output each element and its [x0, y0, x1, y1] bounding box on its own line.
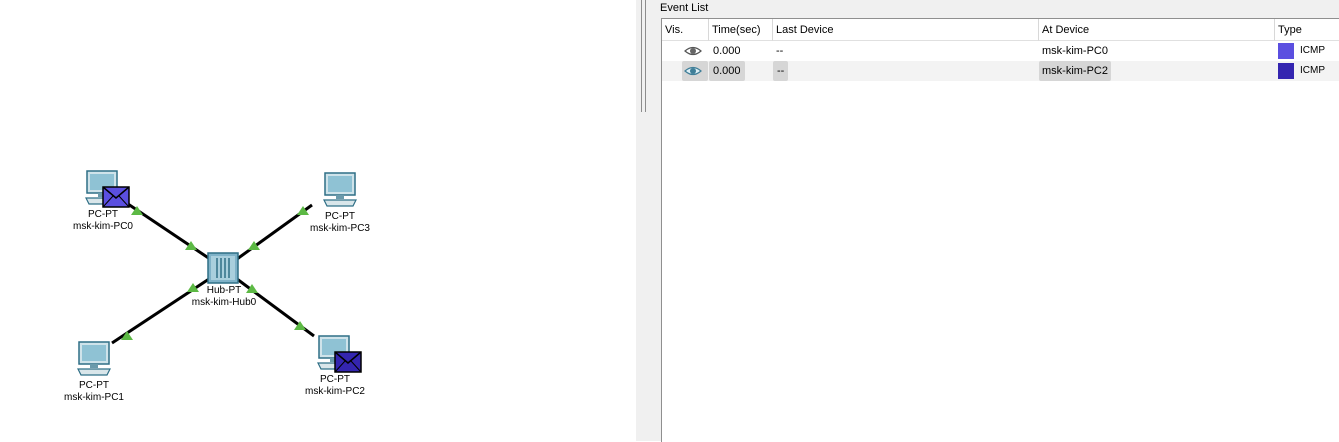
event-last-device: -- — [773, 61, 789, 81]
device-label-pc3: PC-PT msk-kim-PC3 — [280, 211, 400, 235]
envelope-icon — [102, 186, 130, 208]
column-header-at-device[interactable]: At Device — [1039, 19, 1275, 41]
device-type-label: PC-PT — [325, 211, 355, 222]
pc-icon — [77, 341, 111, 376]
topology-canvas[interactable]: PC-PT msk-kim-PC0 PC-PT msk-kim-PC3 Hub-… — [0, 0, 636, 441]
column-header-last-device[interactable]: Last Device — [773, 19, 1039, 41]
pc-icon — [323, 172, 357, 207]
device-pc2[interactable] — [316, 335, 366, 375]
event-time: 0.000 — [709, 61, 745, 81]
device-hub0[interactable] — [207, 252, 239, 284]
device-type-label: PC-PT — [79, 380, 109, 391]
device-pc3[interactable] — [322, 172, 362, 210]
device-name-label: msk-kim-PC3 — [310, 223, 370, 234]
event-at-device: msk-kim-PC2 — [1039, 61, 1111, 81]
device-label-pc0: PC-PT msk-kim-PC0 — [43, 209, 163, 233]
event-color-swatch[interactable] — [1278, 43, 1294, 59]
device-type-label: Hub-PT — [206, 285, 242, 296]
event-list-panel: Event List Vis. Time(sec) Last Device At… — [656, 0, 1339, 442]
device-name-label: msk-kim-PC2 — [305, 386, 365, 397]
device-label-pc2: PC-PT msk-kim-PC2 — [275, 374, 395, 398]
device-label-pc1: PC-PT msk-kim-PC1 — [34, 380, 154, 404]
device-pc1[interactable] — [76, 341, 116, 379]
envelope-icon — [334, 351, 362, 373]
eye-icon[interactable] — [684, 65, 702, 77]
eye-icon[interactable] — [684, 45, 702, 57]
device-name-label: msk-kim-PC1 — [64, 392, 124, 403]
event-row[interactable]: 0.000 -- msk-kim-PC0 ICMP — [662, 41, 1339, 61]
hub-icon — [207, 252, 239, 284]
column-header-type[interactable]: Type — [1275, 19, 1339, 41]
splitter-grip — [641, 0, 642, 112]
device-type-label: PC-PT — [320, 374, 350, 385]
event-type: ICMP — [1300, 45, 1325, 56]
device-name-label: msk-kim-Hub0 — [191, 297, 257, 308]
device-name-label: msk-kim-PC0 — [73, 221, 133, 232]
event-at-device: msk-kim-PC0 — [1042, 45, 1108, 57]
device-pc0[interactable] — [84, 170, 144, 210]
event-color-swatch[interactable] — [1278, 63, 1294, 79]
event-row[interactable]: 0.000 -- msk-kim-PC2 ICMP — [662, 61, 1339, 81]
event-time: 0.000 — [713, 45, 741, 57]
column-header-time[interactable]: Time(sec) — [709, 19, 773, 41]
event-list-table[interactable]: Vis. Time(sec) Last Device At Device Typ… — [661, 18, 1339, 442]
event-last-device: -- — [776, 45, 784, 57]
splitter-grip — [645, 0, 646, 112]
device-type-label: PC-PT — [88, 209, 118, 220]
column-header-vis[interactable]: Vis. — [662, 19, 709, 41]
device-label-hub0: Hub-PT msk-kim-Hub0 — [164, 285, 284, 309]
event-type: ICMP — [1300, 65, 1325, 76]
event-list-title: Event List — [660, 2, 709, 14]
